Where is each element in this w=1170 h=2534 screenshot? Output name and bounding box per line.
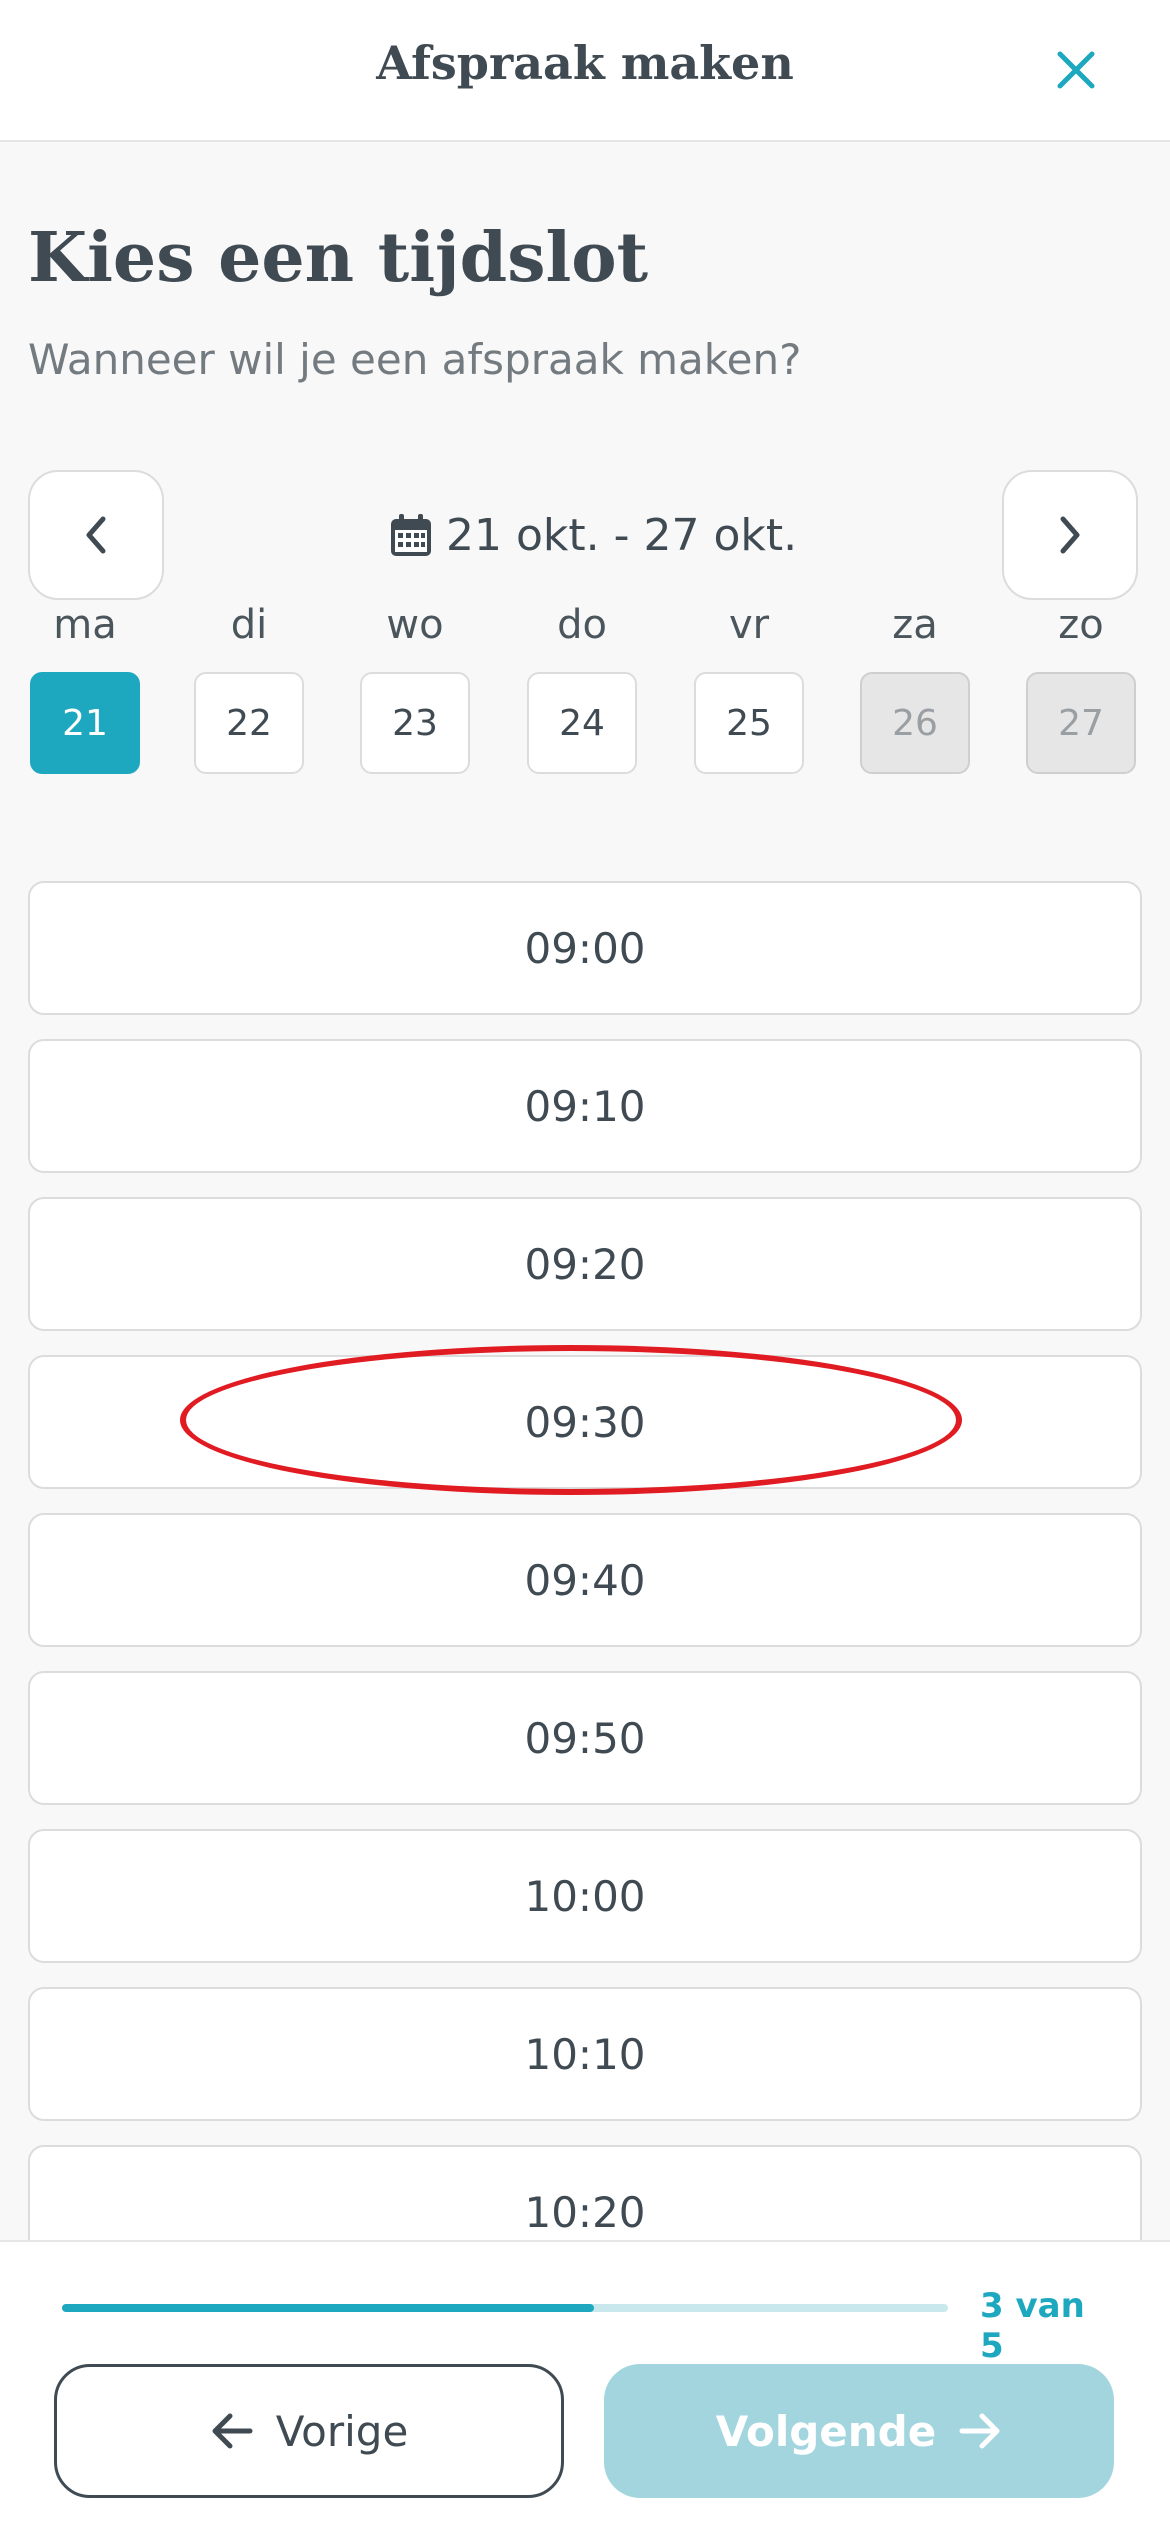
- progress-label: 3 van 5: [980, 2286, 1085, 2366]
- next-week-button[interactable]: [1002, 470, 1138, 600]
- day-name: wo: [386, 602, 444, 648]
- day-name: di: [230, 602, 268, 648]
- day-column-do: do 24: [522, 602, 642, 774]
- day-name: za: [892, 602, 938, 648]
- day-name: ma: [53, 602, 117, 648]
- day-name: do: [557, 602, 607, 648]
- progress-fill: [62, 2304, 594, 2312]
- page-subtitle: Wanneer wil je een afspraak maken?: [28, 335, 802, 384]
- time-slot-0950[interactable]: 09:50: [28, 1671, 1142, 1805]
- day-button-27: 27: [1026, 672, 1136, 774]
- day-column-za: za 26: [855, 602, 975, 774]
- time-slot-0900[interactable]: 09:00: [28, 881, 1142, 1015]
- close-icon: [1057, 51, 1095, 89]
- day-button-22[interactable]: 22: [194, 672, 304, 774]
- page-title: Kies een tijdslot: [28, 218, 649, 298]
- day-column-vr: vr 25: [689, 602, 809, 774]
- day-column-ma: ma 21: [25, 602, 145, 774]
- previous-button-label: Vorige: [275, 2406, 409, 2456]
- day-button-23[interactable]: 23: [360, 672, 470, 774]
- day-name: zo: [1058, 602, 1104, 648]
- footer: 3 van 5 Vorige Volgende: [0, 2240, 1170, 2534]
- close-button[interactable]: [1040, 38, 1112, 102]
- chevron-left-icon: [86, 516, 106, 554]
- time-slot-0920[interactable]: 09:20: [28, 1197, 1142, 1331]
- day-column-zo: zo 27: [1021, 602, 1141, 774]
- arrow-right-icon: [959, 2413, 1000, 2449]
- time-slot-0930[interactable]: 09:30: [28, 1355, 1142, 1489]
- week-range-label: 21 okt. - 27 okt.: [446, 509, 798, 561]
- time-slot-0940[interactable]: 09:40: [28, 1513, 1142, 1647]
- previous-button[interactable]: Vorige: [54, 2364, 564, 2498]
- day-button-25[interactable]: 25: [694, 672, 804, 774]
- next-button[interactable]: Volgende: [604, 2364, 1114, 2498]
- day-column-wo: wo 23: [355, 602, 475, 774]
- day-column-di: di 22: [189, 602, 309, 774]
- previous-week-button[interactable]: [28, 470, 164, 600]
- time-slot-1010[interactable]: 10:10: [28, 1987, 1142, 2121]
- arrow-left-icon: [212, 2413, 253, 2449]
- day-name: vr: [728, 602, 770, 648]
- chevron-right-icon: [1060, 516, 1080, 554]
- next-button-label: Volgende: [715, 2406, 937, 2456]
- time-slot-0910[interactable]: 09:10: [28, 1039, 1142, 1173]
- day-button-21[interactable]: 21: [30, 672, 140, 774]
- header-title: Afspraak maken: [376, 36, 794, 90]
- day-button-24[interactable]: 24: [527, 672, 637, 774]
- day-button-26: 26: [860, 672, 970, 774]
- calendar-icon: [391, 514, 431, 556]
- time-slot-1000[interactable]: 10:00: [28, 1829, 1142, 1963]
- app-header: Afspraak maken: [0, 0, 1170, 142]
- progress-bar: [62, 2304, 948, 2312]
- week-range: 21 okt. - 27 okt.: [390, 505, 797, 565]
